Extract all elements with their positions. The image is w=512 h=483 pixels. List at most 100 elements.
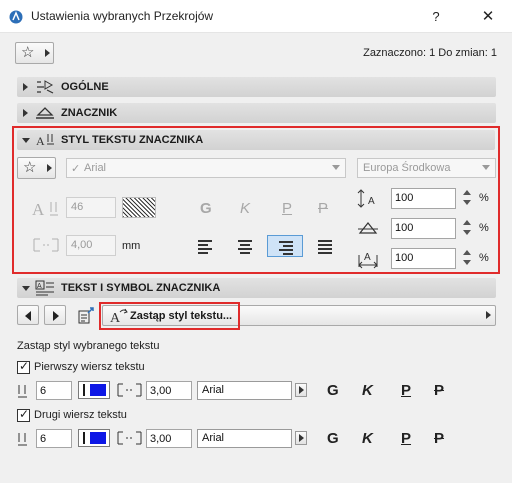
line-spacing-icon — [33, 238, 59, 252]
section-marker-header[interactable]: ZNACZNIK — [17, 103, 496, 123]
favorites-button[interactable]: ☆ — [15, 42, 54, 64]
text-size-icon: A — [32, 200, 58, 219]
previous-button[interactable] — [17, 305, 39, 325]
svg-text:A: A — [36, 134, 45, 148]
second-line-checkbox[interactable]: ✓ — [17, 407, 30, 422]
first-line-strikethrough-button[interactable]: P — [434, 382, 444, 399]
first-line-spacing-field[interactable]: 3,00 — [146, 381, 192, 400]
bold-button[interactable]: G — [200, 200, 212, 217]
align-justify-icon — [318, 240, 332, 256]
text-size-field[interactable]: 46 — [66, 197, 116, 218]
align-right-icon — [279, 241, 293, 257]
align-left-button[interactable] — [187, 235, 223, 257]
char-spacing-stepper[interactable] — [462, 248, 472, 268]
line-spacing-field[interactable]: 4,00 — [66, 235, 116, 256]
align-center-button[interactable] — [227, 235, 263, 257]
replace-highlight-box — [99, 302, 240, 330]
char-spacing-icon: A — [358, 252, 378, 269]
pen-color-swatch — [90, 432, 106, 444]
text-symbol-icon: A — [35, 280, 54, 296]
next-button[interactable] — [44, 305, 66, 325]
italic-button[interactable]: K — [240, 200, 250, 217]
percent-label: % — [479, 252, 489, 264]
chevron-down-icon — [482, 165, 490, 170]
arrow-right-icon — [299, 434, 304, 442]
align-left-icon — [198, 240, 212, 256]
first-line-font-menu-button[interactable] — [295, 383, 307, 397]
second-line-font-menu-button[interactable] — [295, 431, 307, 445]
chevron-down-icon — [332, 165, 340, 170]
arrow-right-icon — [47, 164, 52, 172]
replace-heading: Zastąp styl wybranego tekstu — [17, 340, 160, 352]
star-icon: ☆ — [21, 44, 35, 61]
chevron-down-icon — [22, 286, 30, 291]
checkmark-icon: ✓ — [19, 359, 30, 373]
first-line-font-field[interactable]: Arial — [197, 381, 292, 400]
text-height-stepper[interactable] — [462, 218, 472, 238]
section-marker-text-style-header[interactable]: A STYL TEKSTU ZNACZNIKA — [17, 130, 495, 150]
underline-button[interactable]: P — [282, 200, 292, 217]
first-line-pen-field[interactable]: 6 — [36, 381, 72, 400]
svg-text:A: A — [32, 200, 45, 219]
first-line-checkbox[interactable]: ✓ — [17, 359, 30, 374]
section-marker-text-symbol-header[interactable]: A TEKST I SYMBOL ZNACZNIKA — [17, 278, 496, 298]
section-marker-text-style-label: STYL TEKSTU ZNACZNIKA — [61, 134, 204, 146]
chevron-down-icon — [22, 138, 30, 143]
style-favorites-button[interactable]: ☆ — [17, 157, 56, 179]
char-spacing-field[interactable]: 100 — [391, 248, 456, 269]
section-marker-text-symbol-label: TEKST I SYMBOL ZNACZNIKA — [61, 282, 221, 294]
second-line-underline-button[interactable]: P — [401, 430, 411, 447]
arrow-right-icon — [299, 386, 304, 394]
checkmark-icon: ✓ — [19, 407, 30, 421]
first-line-color-button[interactable] — [78, 381, 110, 399]
second-line-font-field[interactable]: Arial — [197, 429, 292, 448]
script-dropdown-value: Europa Środkowa — [363, 162, 451, 174]
svg-text:A: A — [364, 252, 371, 263]
section-general-header[interactable]: OGÓLNE — [17, 77, 496, 97]
text-width-field[interactable]: 100 — [391, 188, 456, 209]
arrow-right-icon — [53, 311, 59, 321]
first-line-label: Pierwszy wiersz tekstu — [34, 361, 145, 373]
second-line-spacing-field[interactable]: 3,00 — [146, 429, 192, 448]
second-line-label: Drugi wiersz tekstu — [34, 409, 127, 421]
text-list-icon[interactable] — [77, 307, 95, 325]
checkmark-icon: ✓ — [71, 163, 81, 175]
text-height-field[interactable]: 100 — [391, 218, 456, 239]
title-bar: Ustawienia wybranych Przekrojów ? ✕ — [0, 0, 512, 33]
arrow-right-icon — [45, 49, 50, 57]
second-line-strikethrough-button[interactable]: P — [434, 430, 444, 447]
star-icon: ☆ — [23, 159, 37, 176]
text-pen-pattern-button[interactable] — [122, 197, 156, 218]
selection-status: Zaznaczono: 1 Do zmian: 1 — [363, 47, 497, 59]
marker-icon — [36, 107, 54, 119]
second-line-color-button[interactable] — [78, 429, 110, 447]
help-button[interactable]: ? — [421, 7, 451, 27]
first-line-bold-button[interactable]: G — [327, 382, 339, 399]
arrow-left-icon — [25, 311, 31, 321]
script-dropdown[interactable]: Europa Środkowa — [357, 158, 496, 178]
text-style-icon: A — [36, 134, 54, 148]
chevron-right-icon — [23, 109, 28, 117]
chevron-right-icon — [23, 83, 28, 91]
section-marker-label: ZNACZNIK — [61, 107, 118, 119]
line-spacing-icon — [117, 431, 142, 445]
arrow-right-icon — [486, 311, 491, 319]
text-height-icon — [358, 222, 378, 234]
first-line-underline-button[interactable]: P — [401, 382, 411, 399]
align-justify-button[interactable] — [307, 235, 343, 257]
percent-label: % — [479, 192, 489, 204]
strikethrough-button[interactable]: P — [318, 200, 328, 217]
second-line-pen-field[interactable]: 6 — [36, 429, 72, 448]
text-width-stepper[interactable] — [462, 188, 472, 208]
second-line-italic-button[interactable]: K — [362, 430, 373, 447]
section-general-label: OGÓLNE — [61, 81, 109, 93]
close-button[interactable]: ✕ — [470, 6, 506, 28]
svg-text:A: A — [37, 283, 42, 290]
text-size-icon — [18, 433, 27, 446]
second-line-bold-button[interactable]: G — [327, 430, 339, 447]
first-line-italic-button[interactable]: K — [362, 382, 373, 399]
spacing-unit-label: mm — [122, 240, 141, 252]
align-right-button[interactable] — [267, 235, 303, 257]
font-dropdown[interactable]: ✓ Arial — [66, 158, 346, 178]
text-size-icon — [18, 385, 27, 398]
